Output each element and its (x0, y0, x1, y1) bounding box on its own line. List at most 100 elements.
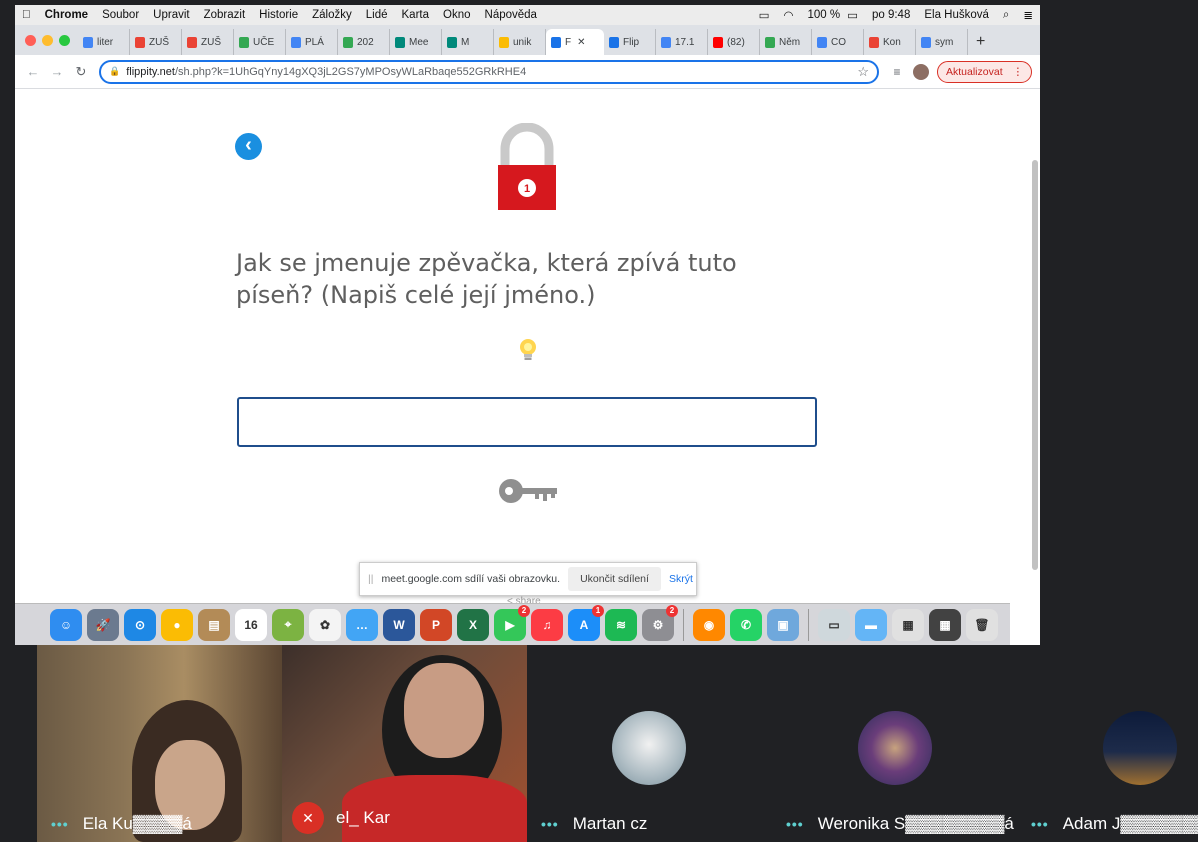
profile-avatar[interactable] (909, 63, 933, 80)
reading-list-icon[interactable]: ≡ (885, 65, 909, 79)
screen-mirroring-icon[interactable]: ▭ (752, 8, 777, 22)
menu-napoveda[interactable]: Nápověda (478, 9, 544, 21)
flippity-page: ‹ 1 Jak se jmenuje zpěvačka, která zpívá… (15, 90, 1040, 607)
launchpad-icon[interactable]: 🚀 (87, 608, 119, 641)
back-circle-icon[interactable]: ‹ (235, 133, 262, 160)
tab-favicon-icon (343, 36, 353, 48)
browser-tab[interactable]: Flip (604, 29, 656, 55)
spotify-icon[interactable]: ≋ (605, 608, 637, 641)
participant-tile[interactable]: ••• Adam J▓▓▓▓▓▓▓▓▓ (1017, 645, 1198, 842)
browser-tab[interactable]: PLÁ (286, 29, 338, 55)
browser-tab[interactable]: unik (494, 29, 546, 55)
hide-button[interactable]: Skrýt (669, 573, 693, 585)
participant-tile[interactable]: ••• Martan cz (527, 645, 772, 842)
minimize-window-button[interactable] (42, 35, 53, 46)
close-window-button[interactable] (25, 35, 36, 46)
back-arrow-icon[interactable]: ← (21, 64, 45, 79)
more-menu-icon: ⋮ (1012, 65, 1024, 78)
participant-avatar (612, 711, 686, 785)
messages-icon[interactable]: … (346, 608, 378, 641)
preview-icon[interactable]: ▣ (767, 608, 799, 641)
menu-okno[interactable]: Okno (436, 9, 478, 21)
menubar-clock[interactable]: po 9:48 (865, 9, 917, 21)
menu-soubor[interactable]: Soubor (95, 9, 146, 21)
chrome-icon[interactable]: ● (161, 608, 193, 641)
trash-icon[interactable]: 🗑 (966, 608, 998, 641)
menu-karta[interactable]: Karta (395, 9, 437, 21)
browser-tab[interactable]: 202 (338, 29, 390, 55)
tab-favicon-icon (83, 36, 93, 48)
browser-tab[interactable]: sym (916, 29, 968, 55)
calendar-icon[interactable]: 16 (235, 608, 267, 641)
browser-tab[interactable]: Něm (760, 29, 812, 55)
browser-tab[interactable]: UČE (234, 29, 286, 55)
browser-tab[interactable]: Kon (864, 29, 916, 55)
safari-icon[interactable]: ⊙ (124, 608, 156, 641)
facetime-icon[interactable]: ▶ 2 (494, 604, 530, 641)
screenshot-2-icon[interactable]: ▦ (929, 608, 961, 641)
maximize-window-button[interactable] (59, 35, 70, 46)
screenshot-1-icon[interactable]: ▦ (892, 608, 924, 641)
vlc-icon[interactable]: ◉ (693, 608, 725, 641)
participant-tile[interactable]: ••• Ela Ku▓▓▓▓á (37, 645, 282, 842)
maps-icon[interactable]: ⌖ (272, 608, 304, 641)
key-submit-icon[interactable] (497, 476, 559, 506)
reload-icon[interactable]: ↻ (69, 64, 93, 80)
bookmark-star-icon[interactable]: ☆ (857, 64, 869, 80)
participant-name-row: ••• Martan cz (527, 814, 647, 834)
lock-icon[interactable]: 🔒 (109, 66, 120, 77)
battery-percent[interactable]: 100 % (800, 9, 847, 21)
stop-sharing-button[interactable]: Ukončit sdílení (568, 567, 661, 591)
lightbulb-hint-icon[interactable] (518, 338, 538, 364)
control-center-icon[interactable]: ≣ (1016, 8, 1040, 22)
appstore-icon[interactable]: A1 (568, 604, 604, 641)
participant-tile[interactable]: ••• Weronika S▓▓▓▓▓▓▓▓á (772, 645, 1017, 842)
browser-tab[interactable]: M (442, 29, 494, 55)
close-tab-icon[interactable]: ✕ (577, 37, 585, 48)
participant-name: Adam J▓▓▓▓▓▓▓▓▓ (1062, 814, 1198, 833)
browser-tab[interactable]: 17.1 (656, 29, 708, 55)
browser-tab[interactable]: F ✕ (546, 29, 604, 55)
music-icon[interactable]: ♫ (531, 608, 563, 641)
notes-icon[interactable]: ▤ (198, 608, 230, 641)
question-text: Jak se jmenuje zpěvačka, která zpívá tut… (236, 249, 737, 309)
page-scrollbar[interactable] (1032, 160, 1038, 570)
browser-tab[interactable]: CO (812, 29, 864, 55)
menu-lide[interactable]: Lidé (359, 9, 395, 21)
apple-icon[interactable]:  (15, 9, 38, 21)
drag-handle-icon[interactable]: || (360, 573, 381, 585)
menubar-user[interactable]: Ela Hušková (917, 9, 996, 21)
whatsapp-icon[interactable]: ✆ (730, 608, 762, 641)
menu-app-name[interactable]: Chrome (38, 9, 95, 21)
forward-arrow-icon[interactable]: → (45, 64, 69, 79)
powerpoint-icon[interactable]: P (420, 608, 452, 641)
menu-zalozky[interactable]: Záložky (305, 9, 359, 21)
tab-favicon-icon (921, 36, 931, 48)
browser-tab[interactable]: ZUŠ (130, 29, 182, 55)
word-icon[interactable]: W (383, 608, 415, 641)
browser-tab[interactable]: Mee (390, 29, 442, 55)
finder-icon[interactable]: ☺ (50, 608, 82, 641)
menu-upravit[interactable]: Upravit (146, 9, 196, 21)
spotlight-search-icon[interactable]: ⌕ (996, 9, 1016, 22)
url-domain: flippity.net (126, 65, 175, 78)
wifi-icon[interactable]: ◠ (776, 8, 800, 22)
answer-input[interactable] (237, 397, 817, 447)
participant-tile[interactable]: ✕ el_ Kar (282, 645, 527, 842)
folder-icon[interactable]: ▬ (855, 608, 887, 641)
disk-icon[interactable]: ▭ (818, 608, 850, 641)
tab-label: F (565, 36, 572, 48)
excel-icon[interactable]: X (457, 608, 489, 641)
address-bar[interactable]: 🔒 flippity.net /sh.php?k=1UhGqYny14gXQ3j… (99, 59, 879, 84)
browser-tab[interactable]: liter (78, 29, 130, 55)
battery-icon[interactable]: ▭ (847, 8, 865, 22)
photos-icon[interactable]: ✿ (309, 608, 341, 641)
menu-zobrazit[interactable]: Zobrazit (197, 9, 253, 21)
browser-tab[interactable]: ZUŠ (182, 29, 234, 55)
browser-tab[interactable]: (82) (708, 29, 760, 55)
update-chrome-button[interactable]: Aktualizovat ⋮ (937, 60, 1033, 83)
settings-icon[interactable]: ⚙ 2 (642, 604, 678, 641)
mac-menubar:  Chrome Soubor Upravit Zobrazit Histori… (15, 5, 1040, 25)
new-tab-button[interactable]: + (968, 33, 995, 55)
menu-historie[interactable]: Historie (252, 9, 305, 21)
